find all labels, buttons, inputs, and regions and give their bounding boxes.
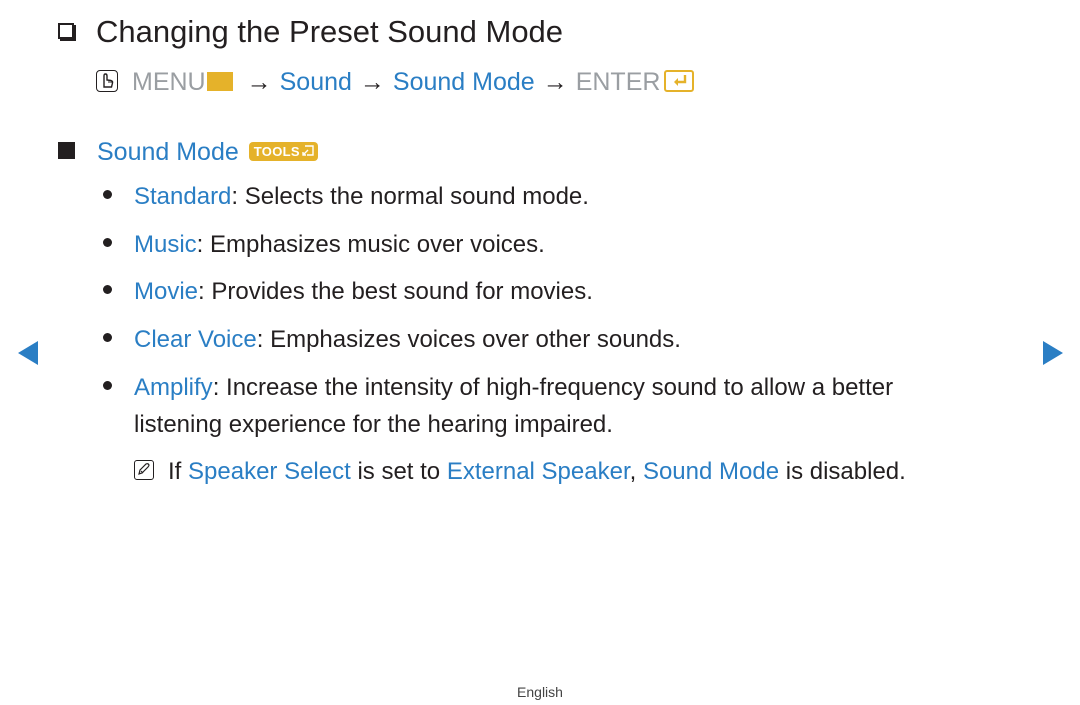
option-description: : Selects the normal sound mode. bbox=[231, 183, 589, 210]
note-link-speaker-select: Speaker Select bbox=[188, 458, 351, 485]
option-movie: Movie: Provides the best sound for movie… bbox=[103, 278, 593, 306]
option-clear-voice: Clear Voice: Emphasizes voices over othe… bbox=[103, 326, 681, 354]
note-text: If bbox=[168, 458, 189, 485]
section-heading: Sound Mode TOOLS bbox=[58, 138, 318, 167]
option-music: Music: Emphasizes music over voices. bbox=[103, 231, 545, 259]
option-description: : Emphasizes music over voices. bbox=[196, 231, 545, 258]
bullet-icon bbox=[103, 238, 112, 247]
note: If Speaker Select is set to External Spe… bbox=[134, 458, 906, 486]
next-page-arrow-icon[interactable] bbox=[1043, 341, 1063, 365]
option-description: : Emphasizes voices over other sounds. bbox=[256, 326, 681, 353]
black-square-bullet-icon bbox=[58, 142, 75, 159]
previous-page-arrow-icon[interactable] bbox=[18, 341, 38, 365]
bullet-icon bbox=[103, 381, 112, 390]
checkbox-square-icon bbox=[58, 23, 74, 39]
page-title: Changing the Preset Sound Mode bbox=[58, 14, 563, 50]
option-amplify-continuation: listening experience for the hearing imp… bbox=[134, 411, 613, 438]
enter-label: ENTER bbox=[575, 68, 661, 96]
title-text: Changing the Preset Sound Mode bbox=[96, 14, 564, 49]
path-step-sound[interactable]: Sound bbox=[280, 68, 352, 96]
hand-pointer-icon bbox=[96, 70, 118, 92]
note-text: is disabled. bbox=[779, 458, 906, 485]
option-description: : Provides the best sound for movies. bbox=[198, 278, 593, 305]
option-amplify: Amplify: Increase the intensity of high-… bbox=[103, 374, 893, 402]
path-arrow: → bbox=[246, 68, 272, 96]
option-name: Clear Voice bbox=[134, 326, 257, 353]
option-name: Standard bbox=[134, 183, 232, 210]
note-icon bbox=[134, 460, 154, 480]
enter-icon bbox=[664, 70, 695, 92]
option-name: Movie bbox=[134, 278, 199, 305]
tools-badge-text: TOOLS bbox=[253, 144, 300, 159]
note-link-sound-mode: Sound Mode bbox=[642, 458, 780, 485]
path-arrow: → bbox=[542, 68, 568, 96]
option-name: Amplify bbox=[134, 374, 213, 401]
bullet-icon bbox=[103, 333, 112, 342]
path-step-sound-mode[interactable]: Sound Mode bbox=[393, 68, 535, 96]
bullet-icon bbox=[103, 285, 112, 294]
note-link-external-speaker: External Speaker bbox=[446, 458, 630, 485]
bullet-icon bbox=[103, 190, 112, 199]
option-standard: Standard: Selects the normal sound mode. bbox=[103, 183, 589, 211]
menu-icon bbox=[206, 72, 233, 91]
path-arrow: → bbox=[359, 68, 385, 96]
tools-icon bbox=[302, 145, 314, 156]
option-description: : Increase the intensity of high-frequen… bbox=[212, 374, 894, 401]
language-footer: English bbox=[517, 684, 563, 700]
menu-label: MENU bbox=[132, 68, 206, 96]
note-text: is set to bbox=[350, 458, 447, 485]
option-name: Music bbox=[134, 231, 197, 258]
menu-path: MENU → Sound → Sound Mode → ENTER bbox=[96, 68, 695, 97]
note-text: , bbox=[629, 458, 643, 485]
section-label: Sound Mode bbox=[97, 138, 239, 166]
tools-badge: TOOLS bbox=[248, 142, 318, 161]
